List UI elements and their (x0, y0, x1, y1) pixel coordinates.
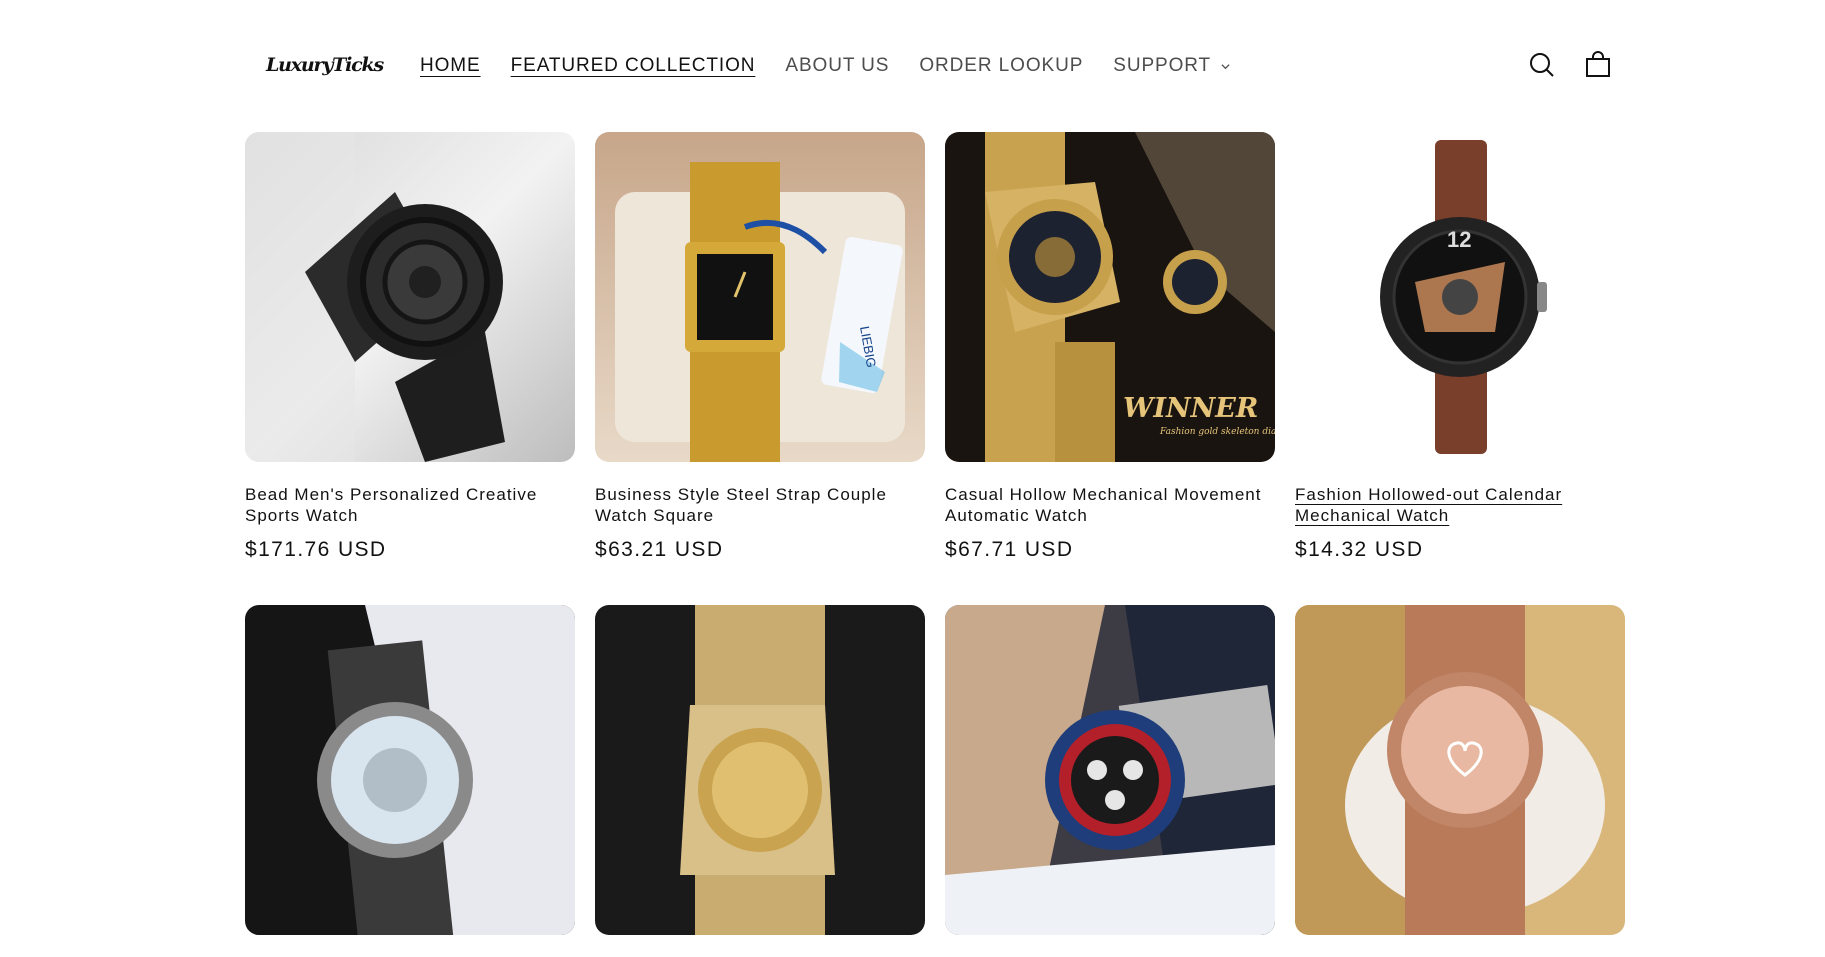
product-card[interactable] (595, 605, 925, 957)
product-image[interactable] (245, 132, 575, 462)
cart-icon[interactable] (1584, 50, 1612, 80)
product-card[interactable]: LIEBIG Business Style Steel Strap Couple… (595, 132, 925, 562)
nav-home[interactable]: HOME (420, 55, 481, 77)
product-price: $171.76 USD (245, 538, 387, 561)
product-image[interactable]: LIEBIG (595, 132, 925, 462)
product-image[interactable] (945, 605, 1275, 935)
search-icon[interactable] (1528, 50, 1556, 80)
winner-text: WINNER (1123, 393, 1258, 424)
product-title-text[interactable]: Fashion Hollowed-out Calendar Mechanical… (1295, 485, 1562, 525)
product-price: $63.21 USD (595, 538, 724, 561)
winner-subtext: Fashion gold skeleton dial (1159, 427, 1275, 437)
product-price: $67.71 USD (945, 538, 1074, 561)
nav-featured-collection[interactable]: FEATURED COLLECTION (511, 55, 756, 77)
product-title[interactable]: Business Style Steel Strap Couple Watch … (595, 484, 925, 526)
product-card[interactable]: 12 Fashion Hollowed-out Calendar Mechani… (1295, 132, 1625, 562)
nav-order-lookup[interactable]: ORDER LOOKUP (919, 55, 1083, 77)
product-card[interactable]: WINNER Fashion gold skeleton dial Casual… (945, 132, 1275, 562)
header-icons (1528, 50, 1612, 80)
product-image[interactable] (245, 605, 575, 935)
chevron-down-icon (1221, 63, 1230, 69)
nav-support-label: SUPPORT (1113, 55, 1212, 76)
product-price: $14.32 USD (1295, 538, 1424, 561)
product-title[interactable]: Fashion Hollowed-out Calendar Mechanical… (1295, 484, 1625, 526)
site-header: LuxuryTicks HOME FEATURED COLLECTION ABO… (0, 0, 1825, 132)
main-nav: HOME FEATURED COLLECTION ABOUT US ORDER … (420, 55, 1260, 77)
product-title[interactable]: Bead Men's Personalized Creative Sports … (245, 484, 575, 526)
product-card[interactable]: Bead Men's Personalized Creative Sports … (245, 132, 575, 562)
nav-about-us[interactable]: ABOUT US (785, 55, 889, 77)
product-image[interactable] (1295, 605, 1625, 935)
brand-logo[interactable]: LuxuryTicks (266, 54, 384, 76)
product-image[interactable] (595, 605, 925, 935)
product-title[interactable]: Casual Hollow Mechanical Movement Automa… (945, 484, 1275, 526)
product-card[interactable] (1295, 605, 1625, 957)
product-image[interactable]: 12 (1295, 132, 1625, 462)
nav-support[interactable]: SUPPORT (1113, 55, 1230, 77)
product-card[interactable] (945, 605, 1275, 957)
product-card[interactable] (245, 605, 575, 957)
product-image[interactable]: WINNER Fashion gold skeleton dial (945, 132, 1275, 462)
svg-text:12: 12 (1447, 227, 1471, 252)
